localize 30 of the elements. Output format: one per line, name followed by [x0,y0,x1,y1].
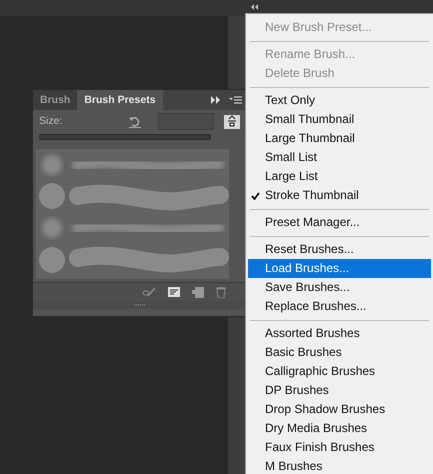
menu-item[interactable]: Replace Brushes... [248,297,431,316]
menu-item[interactable]: Calligraphic Brushes [248,362,431,381]
panel-icon[interactable] [168,287,180,297]
collapse-icon[interactable] [250,4,258,10]
panel-tab[interactable]: Brush Presets [77,90,163,110]
menu-item[interactable]: Reset Brushes... [248,240,431,259]
brush-icon[interactable] [142,287,156,297]
menu-item[interactable]: Large Thumbnail [248,129,431,148]
menu-item[interactable]: Dry Media Brushes [248,419,431,438]
menu-item[interactable]: Load Brushes... [248,259,431,278]
menu-item[interactable]: Basic Brushes [248,343,431,362]
menu-item[interactable]: Small List [248,148,431,167]
menu-item[interactable]: Save Brushes... [248,278,431,297]
menu-item[interactable]: M Brushes [248,457,431,474]
trash-icon[interactable] [216,286,226,298]
menu-item[interactable]: Stroke Thumbnail [248,186,431,205]
menu-item[interactable]: Drop Shadow Brushes [248,400,431,419]
reset-icon[interactable] [128,114,142,128]
menu-item[interactable]: Preset Manager... [248,213,431,232]
menu-item[interactable]: Assorted Brushes [248,324,431,343]
menu-item[interactable]: Faux Finish Brushes [248,438,431,457]
new-preset-icon[interactable] [192,286,204,298]
size-label: Size: [39,115,64,127]
menu-item[interactable]: DP Brushes [248,381,431,400]
menu-icon[interactable] [229,96,242,104]
collapse-icon[interactable] [211,96,221,104]
menu-item[interactable]: Small Thumbnail [248,110,431,129]
menu-item[interactable]: Text Only [248,91,431,110]
panel-tab[interactable]: Brush [33,90,78,110]
menu-item[interactable]: Large List [248,167,431,186]
